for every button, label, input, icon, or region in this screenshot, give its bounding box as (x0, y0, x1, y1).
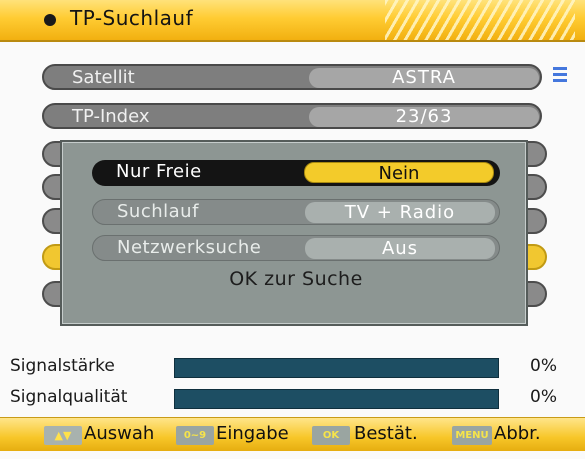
tv-screen: TP-Suchlauf Satellit ASTRA TP-Index 23/6… (0, 0, 585, 459)
signal-quality-bar (174, 389, 499, 409)
menu-row-tp-index[interactable]: TP-Index 23/63 (42, 103, 542, 129)
menu-row-label: Satellit (72, 67, 135, 88)
footer-label-confirm: Bestät. (354, 423, 418, 444)
menu-row-label: TP-Index (72, 106, 150, 127)
page-title: TP-Suchlauf (70, 6, 194, 30)
arrow-keys-icon: ▲▼ (44, 426, 82, 445)
footer-help-bar: ▲▼ Auswah 0~9 Eingabe OK Bestät. MENU Ab… (0, 417, 585, 451)
dialog-row-label: Suchlauf (117, 201, 199, 222)
search-options-dialog: Nur Freie Nein Suchlauf TV + Radio Netzw… (60, 140, 528, 326)
signal-strength-label: Signalstärke (10, 356, 115, 376)
menu-row-value: 23/63 (309, 107, 539, 127)
ok-key-icon: OK (312, 426, 350, 445)
footer-label-input: Eingabe (216, 423, 289, 444)
dialog-row-label: Nur Freie (116, 161, 202, 182)
menu-key-icon: MENU (452, 426, 492, 445)
dialog-row-value[interactable]: TV + Radio (305, 202, 495, 223)
dialog-row-value[interactable]: Nein (304, 162, 494, 184)
dialog-row-suchlauf[interactable]: Suchlauf TV + Radio (92, 199, 500, 225)
signal-quality-value: 0% (530, 387, 557, 407)
dialog-row-nur-freie[interactable]: Nur Freie Nein (92, 160, 500, 186)
dialog-row-value[interactable]: Aus (305, 238, 495, 259)
signal-strength-bar (174, 358, 499, 378)
footer-label-select: Auswah (84, 423, 155, 444)
menu-row-satellit[interactable]: Satellit ASTRA (42, 64, 542, 90)
footer-label-cancel: Abbr. (494, 423, 541, 444)
bullet-icon (44, 14, 56, 26)
digit-keys-icon: 0~9 (176, 426, 214, 445)
title-bar: TP-Suchlauf (0, 0, 585, 42)
menu-row-value: ASTRA (309, 68, 539, 88)
stripe-decoration-icon (385, 0, 575, 40)
dialog-row-netzwerksuche[interactable]: Netzwerksuche Aus (92, 235, 500, 261)
scroll-indicator-icon (553, 67, 567, 83)
signal-quality-label: Signalqualität (10, 387, 128, 407)
dialog-row-label: Netzwerksuche (117, 237, 262, 258)
signal-strength-value: 0% (530, 356, 557, 376)
ok-to-search-hint: OK zur Suche (229, 268, 363, 290)
